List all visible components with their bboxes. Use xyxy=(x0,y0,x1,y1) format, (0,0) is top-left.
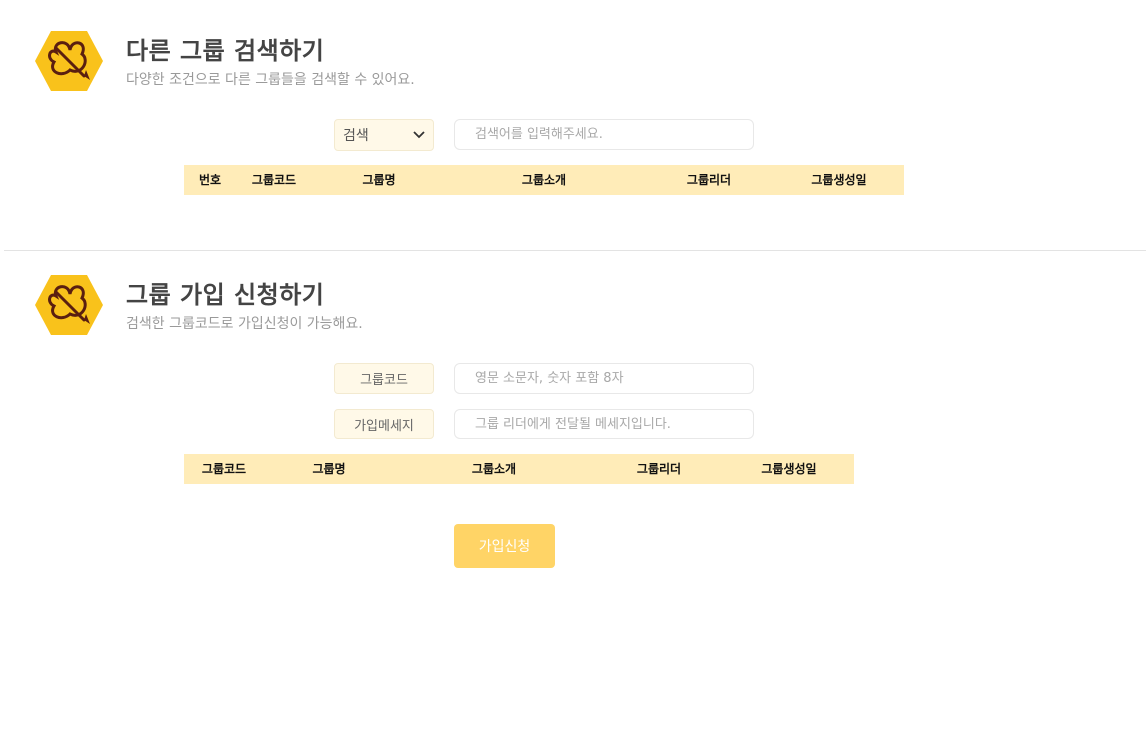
column-header-group-code: 그룹코드 xyxy=(251,173,297,187)
search-section-title: 다른 그룹 검색하기 xyxy=(126,37,325,65)
column-header-group-name: 그룹명 xyxy=(362,173,396,187)
join-section-subtitle: 검색한 그룹코드로 가입신청이 가능해요. xyxy=(126,316,363,332)
join-section-title: 그룹 가입 신청하기 xyxy=(126,281,325,309)
join-message-input[interactable] xyxy=(454,409,754,439)
group-code-label: 그룹코드 xyxy=(334,363,434,394)
column-header-created-date: 그룹생성일 xyxy=(761,462,817,476)
chevron-down-icon xyxy=(413,131,425,139)
column-header-group-leader: 그룹리더 xyxy=(686,173,732,187)
search-type-value: 검색 xyxy=(343,128,369,144)
column-header-group-name: 그룹명 xyxy=(312,462,346,476)
column-header-group-intro: 그룹소개 xyxy=(521,173,567,187)
search-section-subtitle: 다양한 조건으로 다른 그룹들을 검색할 수 있어요. xyxy=(126,72,415,88)
column-header-created-date: 그룹생성일 xyxy=(811,173,867,187)
join-request-button[interactable]: 가입신청 xyxy=(454,524,555,568)
hexagon-logo-icon xyxy=(35,275,103,335)
column-header-number: 번호 xyxy=(198,173,222,187)
section-divider xyxy=(4,250,1146,251)
column-header-group-code: 그룹코드 xyxy=(201,462,247,476)
group-search-section: 다른 그룹 검색하기 다양한 조건으로 다른 그룹들을 검색할 수 있어요. 검… xyxy=(0,0,1146,250)
group-code-input[interactable] xyxy=(454,363,754,394)
search-input[interactable] xyxy=(454,119,754,150)
column-header-group-leader: 그룹리더 xyxy=(636,462,682,476)
search-type-select[interactable]: 검색 xyxy=(334,119,434,151)
join-message-label: 가입메세지 xyxy=(334,409,434,439)
join-target-table-header: 그룹코드 그룹명 그룹소개 그룹리더 그룹생성일 xyxy=(184,454,854,484)
search-results-table-header: 번호 그룹코드 그룹명 그룹소개 그룹리더 그룹생성일 xyxy=(184,165,904,195)
hexagon-logo-icon xyxy=(35,31,103,91)
column-header-group-intro: 그룹소개 xyxy=(471,462,517,476)
